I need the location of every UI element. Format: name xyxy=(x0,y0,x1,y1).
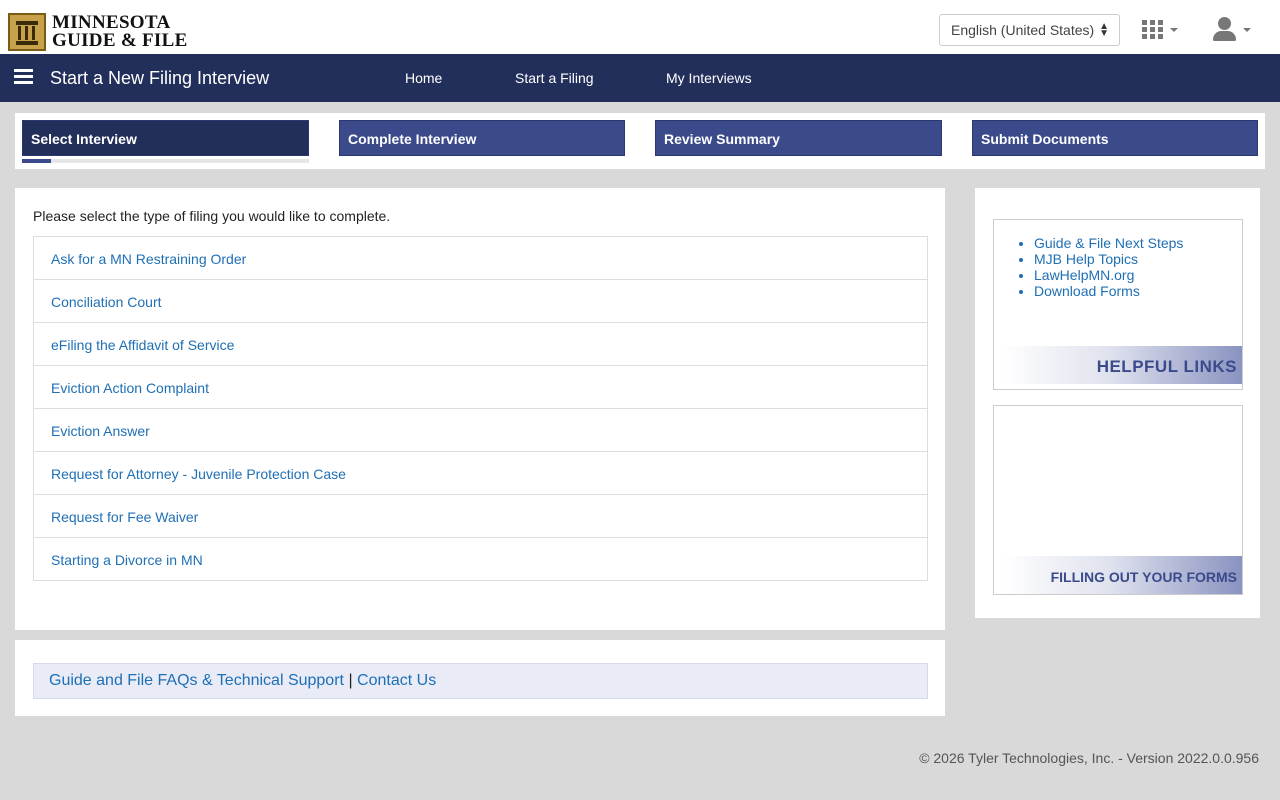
step-complete-interview[interactable]: Complete Interview xyxy=(339,120,625,156)
filing-item-restraining-order[interactable]: Ask for a MN Restraining Order xyxy=(34,237,927,280)
link-mjb-help-topics[interactable]: MJB Help Topics xyxy=(1034,251,1183,267)
step-select-interview[interactable]: Select Interview xyxy=(22,120,309,156)
site-logo[interactable]: MINNESOTA GUIDE & FILE xyxy=(8,13,194,53)
wizard-steps: Select Interview Complete Interview Revi… xyxy=(15,113,1265,169)
filing-list: Ask for a MN Restraining Order Conciliat… xyxy=(33,236,928,581)
user-icon xyxy=(1218,17,1231,30)
nav-link-my-interviews[interactable]: My Interviews xyxy=(666,70,752,86)
logo-text: MINNESOTA GUIDE & FILE xyxy=(52,13,188,51)
copyright-text: © 2026 Tyler Technologies, Inc. - Versio… xyxy=(919,750,1259,766)
selection-prompt: Please select the type of filing you wou… xyxy=(33,208,391,224)
link-next-steps[interactable]: Guide & File Next Steps xyxy=(1034,235,1183,251)
faq-support-link[interactable]: Guide and File FAQs & Technical Support xyxy=(49,672,344,689)
link-lawhelpmn[interactable]: LawHelpMN.org xyxy=(1034,267,1183,283)
filing-item-divorce[interactable]: Starting a Divorce in MN xyxy=(34,538,927,580)
select-caret-icon: ▲ ▼ xyxy=(1099,21,1109,39)
filing-item-attorney-request[interactable]: Request for Attorney - Juvenile Protecti… xyxy=(34,452,927,495)
main-navbar: Start a New Filing Interview Home Start … xyxy=(0,54,1280,102)
filing-item-fee-waiver[interactable]: Request for Fee Waiver xyxy=(34,495,927,538)
step-review-summary[interactable]: Review Summary xyxy=(655,120,942,156)
step-submit-documents[interactable]: Submit Documents xyxy=(972,120,1258,156)
user-icon-body xyxy=(1213,31,1236,41)
sidebar: Guide & File Next Steps MJB Help Topics … xyxy=(975,188,1260,618)
hamburger-icon[interactable] xyxy=(14,69,33,85)
filing-selection-panel: Please select the type of filing you wou… xyxy=(15,188,945,630)
filing-item-affidavit-of-service[interactable]: eFiling the Affidavit of Service xyxy=(34,323,927,366)
chevron-down-icon xyxy=(1170,28,1178,32)
filling-forms-box[interactable]: FILLING OUT YOUR FORMS xyxy=(993,405,1243,595)
link-download-forms[interactable]: Download Forms xyxy=(1034,283,1183,299)
logo-line-2: GUIDE & FILE xyxy=(52,30,188,51)
support-panel: Guide and File FAQs & Technical Support … xyxy=(15,640,945,716)
step-progress-bar xyxy=(22,159,309,163)
apps-grid-icon xyxy=(1142,20,1163,39)
nav-link-start-filing[interactable]: Start a Filing xyxy=(515,70,594,86)
apps-menu-button[interactable] xyxy=(1142,20,1182,42)
user-menu-button[interactable] xyxy=(1213,17,1253,43)
page-title: Start a New Filing Interview xyxy=(50,68,270,88)
chevron-down-icon xyxy=(1243,28,1251,32)
language-select-value: English (United States) xyxy=(951,22,1095,38)
link-separator: | xyxy=(348,672,353,689)
helpful-links-box: Guide & File Next Steps MJB Help Topics … xyxy=(993,219,1243,390)
helpful-links-list: Guide & File Next Steps MJB Help Topics … xyxy=(1034,235,1183,299)
helpful-links-banner: HELPFUL LINKS xyxy=(1002,346,1242,384)
support-bar: Guide and File FAQs & Technical Support … xyxy=(33,663,928,699)
filing-item-conciliation-court[interactable]: Conciliation Court xyxy=(34,280,927,323)
pillar-logo-icon xyxy=(8,13,46,51)
language-select[interactable]: English (United States) ▲ ▼ xyxy=(939,14,1120,46)
top-header: MINNESOTA GUIDE & FILE English (United S… xyxy=(0,0,1280,54)
nav-link-home[interactable]: Home xyxy=(405,70,442,86)
step-progress-fill xyxy=(22,159,51,163)
filing-item-eviction-complaint[interactable]: Eviction Action Complaint xyxy=(34,366,927,409)
filling-forms-banner: FILLING OUT YOUR FORMS xyxy=(1002,556,1242,594)
filing-item-eviction-answer[interactable]: Eviction Answer xyxy=(34,409,927,452)
contact-us-link[interactable]: Contact Us xyxy=(357,672,436,689)
